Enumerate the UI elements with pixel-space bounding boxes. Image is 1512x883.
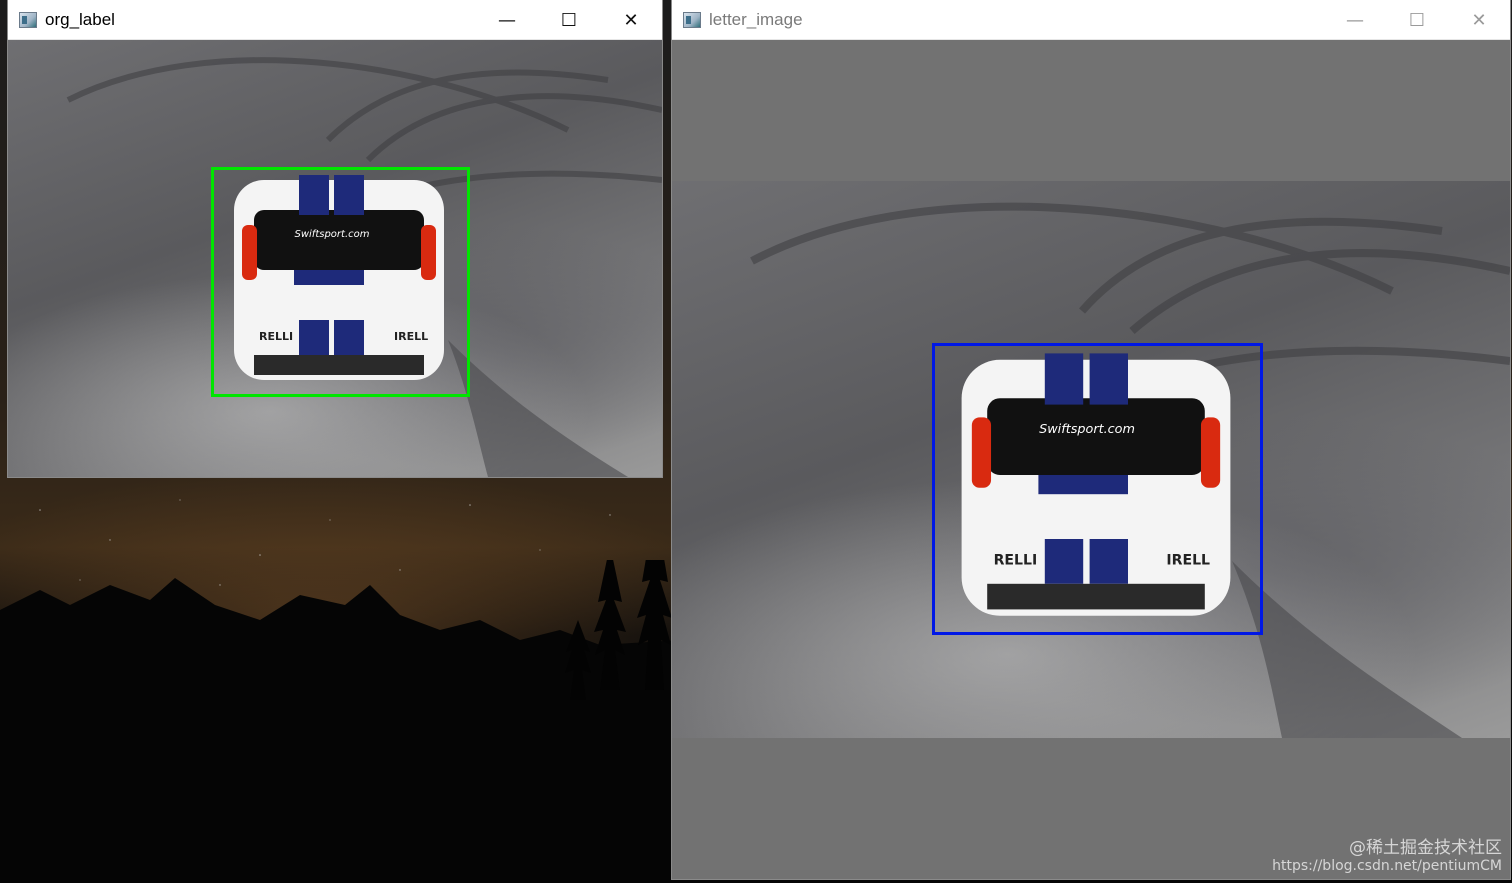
- minimize-button[interactable]: —: [476, 0, 538, 40]
- mountain-silhouette: [0, 560, 680, 883]
- watermark-line-1: @稀土掘金技术社区: [1349, 837, 1502, 858]
- close-button[interactable]: ✕: [1448, 0, 1510, 40]
- watermark-line-2: https://blog.csdn.net/pentiumCM: [1272, 858, 1502, 875]
- org-label-window[interactable]: org_label — ☐ ✕ Swiftsport.com RELLI IRE…: [8, 0, 662, 477]
- road-scene-image: Swiftsport.com RELLI IRELL: [8, 40, 662, 477]
- close-button[interactable]: ✕: [600, 0, 662, 40]
- maximize-button[interactable]: ☐: [1386, 0, 1448, 40]
- window-titlebar[interactable]: letter_image — ☐ ✕: [672, 0, 1510, 40]
- app-icon: [19, 11, 37, 28]
- image-canvas: Swiftsport.com RELLI IRELL: [672, 40, 1510, 879]
- letter-image-window[interactable]: letter_image — ☐ ✕ Swiftsport.com RELLI …: [672, 0, 1510, 879]
- window-title: letter_image: [709, 9, 803, 29]
- window-titlebar[interactable]: org_label — ☐ ✕: [8, 0, 662, 40]
- image-canvas: Swiftsport.com RELLI IRELL: [8, 40, 662, 477]
- window-title: org_label: [45, 9, 115, 29]
- minimize-button[interactable]: —: [1324, 0, 1386, 40]
- app-icon: [683, 11, 701, 28]
- road-scene-image: Swiftsport.com RELLI IRELL: [672, 181, 1510, 738]
- letterbox-top: [672, 40, 1510, 181]
- bounding-box-blue: [932, 343, 1263, 635]
- bounding-box-green: [211, 167, 470, 397]
- maximize-button[interactable]: ☐: [538, 0, 600, 40]
- watermark: @稀土掘金技术社区 https://blog.csdn.net/pentiumC…: [1272, 838, 1502, 875]
